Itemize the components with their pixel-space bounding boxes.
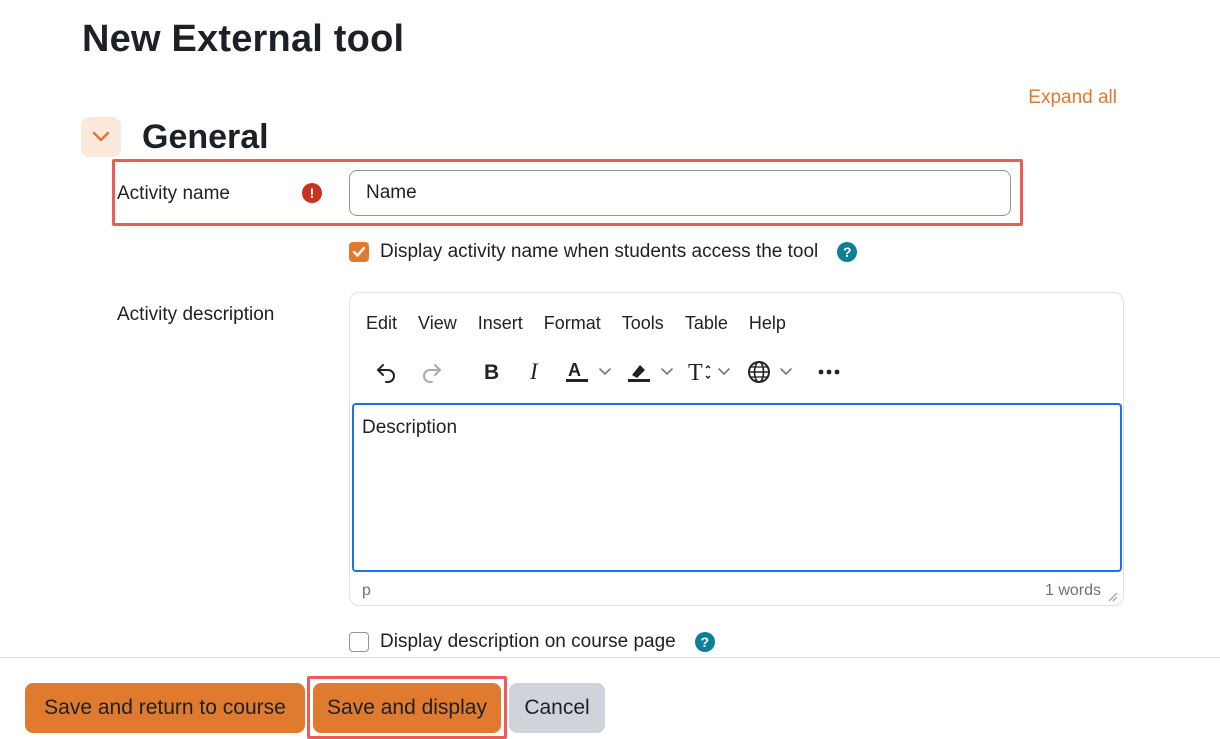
- text-color-button[interactable]: A: [564, 355, 618, 389]
- undo-button[interactable]: [370, 355, 402, 389]
- editor-menubar: Edit View Insert Format Tools Table Help: [366, 313, 807, 334]
- italic-icon: I: [529, 360, 539, 384]
- svg-text:T: T: [688, 360, 703, 385]
- bold-button[interactable]: B: [476, 355, 506, 389]
- activity-name-label: Activity name: [117, 183, 230, 204]
- highlight-color-icon: [628, 365, 673, 382]
- save-and-display-button[interactable]: Save and display: [313, 683, 501, 733]
- svg-text:B: B: [484, 361, 499, 384]
- resize-icon: [1108, 592, 1118, 602]
- collapse-section-button[interactable]: [81, 117, 121, 157]
- cancel-button[interactable]: Cancel: [509, 683, 605, 733]
- display-name-checkbox[interactable]: [349, 242, 369, 262]
- check-icon: [352, 246, 366, 257]
- menu-edit[interactable]: Edit: [366, 313, 397, 334]
- section-title: General: [142, 117, 269, 156]
- section-header-general: General: [81, 117, 269, 157]
- chevron-down-icon: [92, 131, 110, 142]
- sticky-footer: Save and return to course Save and displ…: [0, 657, 1220, 739]
- rich-text-editor: Edit View Insert Format Tools Table Help: [349, 292, 1124, 606]
- activity-description-label: Activity description: [117, 304, 275, 325]
- more-button[interactable]: [812, 355, 846, 389]
- save-and-return-button[interactable]: Save and return to course: [25, 683, 305, 733]
- word-count[interactable]: 1 words: [1045, 582, 1101, 600]
- display-name-row: Display activity name when students acce…: [349, 241, 858, 263]
- redo-button[interactable]: [416, 355, 448, 389]
- menu-insert[interactable]: Insert: [478, 313, 523, 334]
- more-icon: [818, 369, 840, 375]
- expand-all-link[interactable]: Expand all: [1028, 87, 1117, 109]
- font-size-button[interactable]: T: [686, 355, 736, 389]
- help-icon[interactable]: ?: [837, 242, 858, 262]
- editor-content-area[interactable]: Description: [352, 403, 1122, 572]
- menu-help[interactable]: Help: [749, 313, 786, 334]
- italic-button[interactable]: I: [520, 355, 550, 389]
- font-size-icon: T: [688, 360, 730, 385]
- menu-table[interactable]: Table: [685, 313, 728, 334]
- redo-icon: [423, 364, 441, 383]
- svg-text:A: A: [568, 360, 581, 380]
- display-name-label: Display activity name when students acce…: [380, 241, 819, 262]
- editor-toolbar: B I A T: [370, 355, 846, 389]
- display-description-checkbox[interactable]: [349, 632, 369, 652]
- svg-text:I: I: [529, 360, 539, 384]
- undo-icon: [377, 364, 395, 383]
- display-description-row: Display description on course page ?: [349, 631, 715, 653]
- help-icon[interactable]: ?: [694, 632, 715, 652]
- menu-format[interactable]: Format: [544, 313, 601, 334]
- bold-icon: B: [484, 361, 499, 384]
- menu-view[interactable]: View: [418, 313, 457, 334]
- required-icon: !: [302, 183, 322, 203]
- menu-tools[interactable]: Tools: [622, 313, 664, 334]
- activity-name-input[interactable]: [349, 170, 1011, 216]
- resize-handle[interactable]: [1108, 589, 1118, 607]
- text-color-icon: A: [566, 360, 611, 382]
- display-description-label: Display description on course page: [380, 631, 676, 652]
- page: New External tool Expand all General Act…: [0, 0, 1220, 739]
- highlight-color-button[interactable]: [626, 355, 680, 389]
- language-icon: [748, 361, 792, 383]
- editor-element-path[interactable]: p: [362, 582, 371, 600]
- page-title: New External tool: [82, 18, 405, 60]
- language-button[interactable]: [746, 355, 800, 389]
